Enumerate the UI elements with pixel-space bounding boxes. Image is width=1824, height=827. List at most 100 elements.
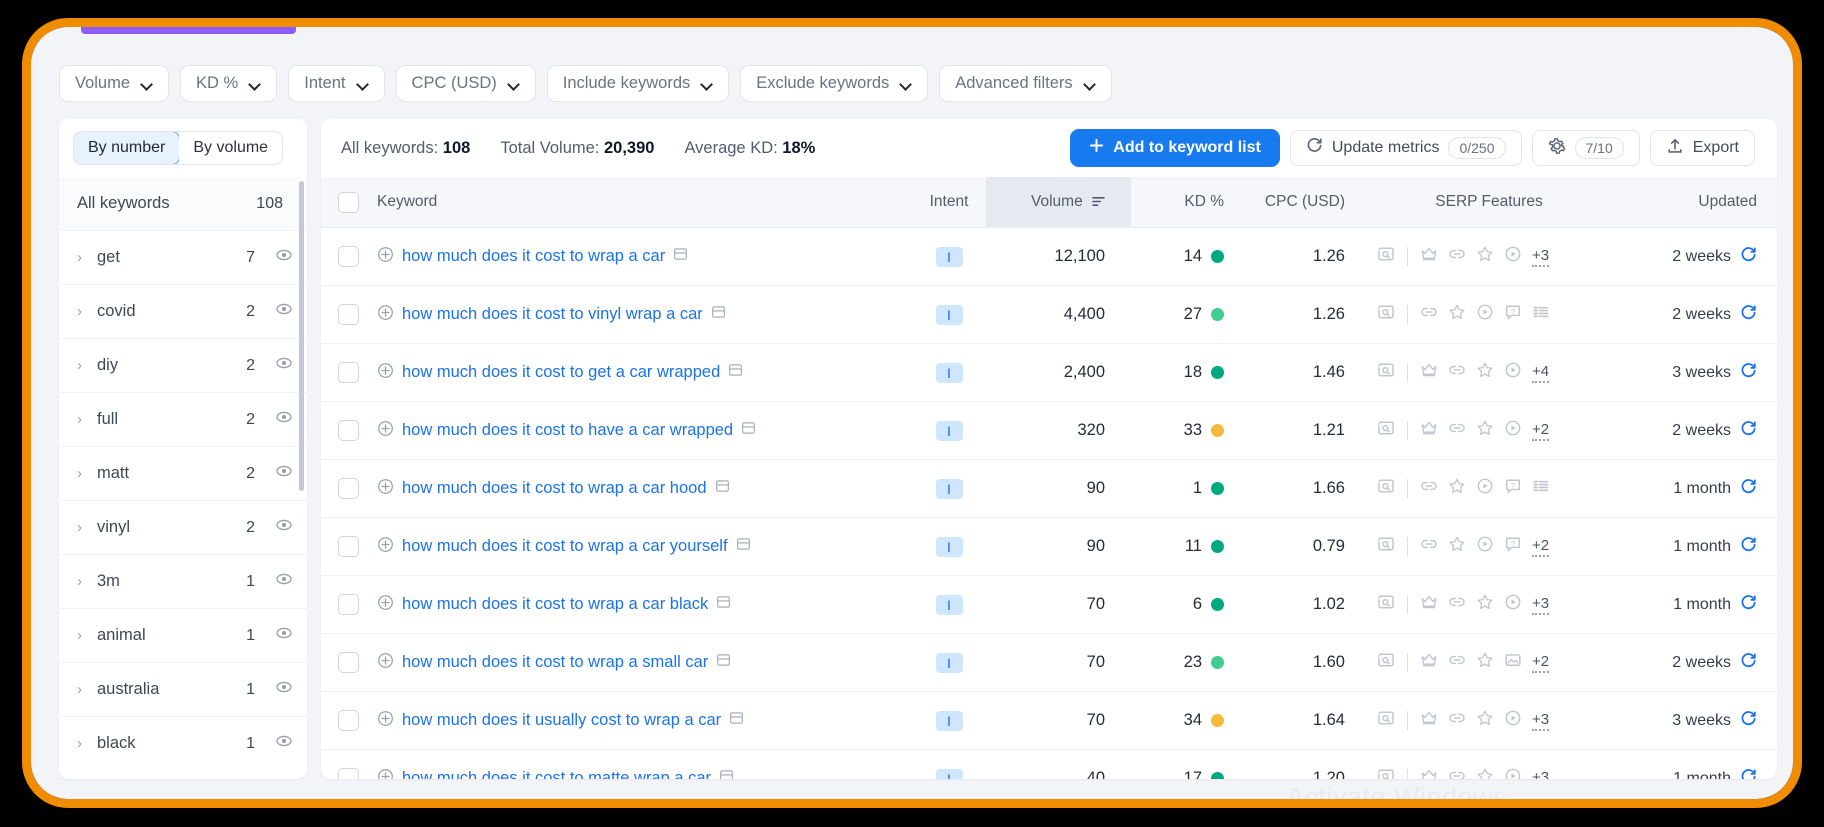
sitelinks-icon[interactable] (1448, 709, 1466, 732)
column-header-serp-features[interactable]: SERP Features (1359, 177, 1620, 228)
sitelinks-icon[interactable] (1448, 593, 1466, 616)
row-refresh-icon[interactable] (1740, 304, 1757, 326)
serp-snippet-icon[interactable] (1377, 245, 1395, 268)
sidebar-item-3m[interactable]: › 3m 1 (59, 554, 307, 608)
add-keyword-icon[interactable] (377, 304, 394, 326)
row-refresh-icon[interactable] (1740, 710, 1757, 732)
crown-icon[interactable] (1420, 593, 1438, 616)
keyword-link[interactable]: how much does it cost to wrap a car your… (402, 537, 728, 556)
sitelinks-icon[interactable] (1448, 245, 1466, 268)
serp-snippet-icon[interactable] (1377, 361, 1395, 384)
sidebar-item-diy[interactable]: › diy 2 (59, 338, 307, 392)
filter-chip-exclude-keywords[interactable]: Exclude keywords (740, 64, 929, 102)
column-header-kd[interactable]: KD % (1131, 177, 1236, 228)
table-row[interactable]: how much does it cost to wrap a small ca… (321, 633, 1777, 692)
video-icon[interactable] (1476, 477, 1494, 500)
serp-preview-icon[interactable] (716, 653, 731, 672)
serp-preview-icon[interactable] (719, 769, 734, 779)
intent-badge[interactable]: I (935, 362, 963, 383)
serp-snippet-icon[interactable] (1377, 535, 1395, 558)
eye-icon[interactable] (275, 570, 293, 593)
sidebar-item-animal[interactable]: › animal 1 (59, 608, 307, 662)
sitelinks-icon[interactable] (1420, 303, 1438, 326)
row-refresh-icon[interactable] (1740, 246, 1757, 268)
keyword-link[interactable]: how much does it usually cost to wrap a … (402, 711, 721, 730)
serp-more-count[interactable]: +3 (1532, 247, 1550, 267)
star-icon[interactable] (1476, 767, 1494, 779)
crown-icon[interactable] (1420, 245, 1438, 268)
video-icon[interactable] (1476, 535, 1494, 558)
table-row[interactable]: how much does it cost to wrap a car I 12,1… (321, 227, 1777, 286)
row-checkbox[interactable] (337, 710, 359, 731)
add-keyword-icon[interactable] (377, 594, 394, 616)
add-keyword-icon[interactable] (377, 710, 394, 732)
sidebar-scrollbar[interactable] (299, 181, 304, 491)
eye-icon[interactable] (275, 462, 293, 485)
serp-more-count[interactable]: +2 (1532, 653, 1550, 673)
star-icon[interactable] (1448, 477, 1466, 500)
row-refresh-icon[interactable] (1740, 420, 1757, 442)
select-all-checkbox[interactable] (337, 191, 359, 213)
serp-snippet-icon[interactable] (1377, 419, 1395, 442)
star-icon[interactable] (1476, 419, 1494, 442)
eye-icon[interactable] (275, 624, 293, 647)
crown-icon[interactable] (1420, 419, 1438, 442)
filter-chip-volume[interactable]: Volume (59, 64, 170, 102)
filter-chip-cpc-usd[interactable]: CPC (USD) (395, 64, 536, 102)
column-header-keyword[interactable]: Keyword (375, 177, 912, 228)
serp-snippet-icon[interactable] (1377, 593, 1395, 616)
serp-snippet-icon[interactable] (1377, 767, 1395, 779)
table-row[interactable]: how much does it cost to have a car wrap… (321, 401, 1777, 460)
settings-button[interactable]: 7/10 (1531, 130, 1640, 166)
toggle-by-number[interactable]: By number (74, 132, 181, 164)
video-icon[interactable] (1504, 593, 1522, 616)
add-keyword-icon[interactable] (377, 362, 394, 384)
eye-icon[interactable] (275, 516, 293, 539)
table-row[interactable]: how much does it cost to matte wrap a ca… (321, 749, 1777, 779)
add-keyword-icon[interactable] (377, 536, 394, 558)
add-keyword-icon[interactable] (377, 478, 394, 500)
crown-icon[interactable] (1420, 651, 1438, 674)
row-checkbox[interactable] (337, 536, 359, 557)
sidebar-item-all-keywords[interactable]: All keywords 108 (59, 177, 307, 230)
keyword-link[interactable]: how much does it cost to wrap a car blac… (402, 595, 708, 614)
sitelinks-icon[interactable] (1448, 419, 1466, 442)
sitelinks-icon[interactable] (1420, 477, 1438, 500)
serp-more-count[interactable]: +2 (1532, 537, 1550, 557)
add-keyword-icon[interactable] (377, 652, 394, 674)
add-keyword-icon[interactable] (377, 768, 394, 779)
serp-more-count[interactable]: +3 (1532, 711, 1550, 731)
serp-snippet-icon[interactable] (1377, 651, 1395, 674)
row-checkbox[interactable] (337, 768, 359, 779)
sidebar-item-get[interactable]: › get 7 (59, 230, 307, 284)
keyword-link[interactable]: how much does it cost to vinyl wrap a ca… (402, 305, 703, 324)
intent-badge[interactable]: I (935, 594, 963, 615)
intent-badge[interactable]: I (935, 478, 963, 499)
filter-chip-kd[interactable]: KD % (180, 64, 278, 102)
row-refresh-icon[interactable] (1740, 768, 1757, 779)
faq-icon[interactable]: ? (1504, 303, 1522, 326)
sidebar-item-matt[interactable]: › matt 2 (59, 446, 307, 500)
row-refresh-icon[interactable] (1740, 362, 1757, 384)
serp-preview-icon[interactable] (715, 479, 730, 498)
serp-more-count[interactable]: +4 (1532, 363, 1550, 383)
intent-badge[interactable]: I (935, 304, 963, 325)
serp-snippet-icon[interactable] (1377, 709, 1395, 732)
filter-chip-intent[interactable]: Intent (288, 64, 385, 102)
video-icon[interactable] (1504, 361, 1522, 384)
row-checkbox[interactable] (337, 652, 359, 673)
sitelinks-icon[interactable] (1448, 361, 1466, 384)
sidebar-item-australia[interactable]: › australia 1 (59, 662, 307, 716)
video-icon[interactable] (1504, 709, 1522, 732)
star-icon[interactable] (1476, 593, 1494, 616)
serp-snippet-icon[interactable] (1377, 477, 1395, 500)
table-row[interactable]: how much does it usually cost to wrap a … (321, 691, 1777, 750)
eye-icon[interactable] (275, 408, 293, 431)
star-icon[interactable] (1448, 303, 1466, 326)
serp-preview-icon[interactable] (729, 711, 744, 730)
serp-preview-icon[interactable] (728, 363, 743, 382)
row-refresh-icon[interactable] (1740, 652, 1757, 674)
star-icon[interactable] (1448, 535, 1466, 558)
add-keyword-icon[interactable] (377, 246, 394, 268)
video-icon[interactable] (1504, 767, 1522, 779)
